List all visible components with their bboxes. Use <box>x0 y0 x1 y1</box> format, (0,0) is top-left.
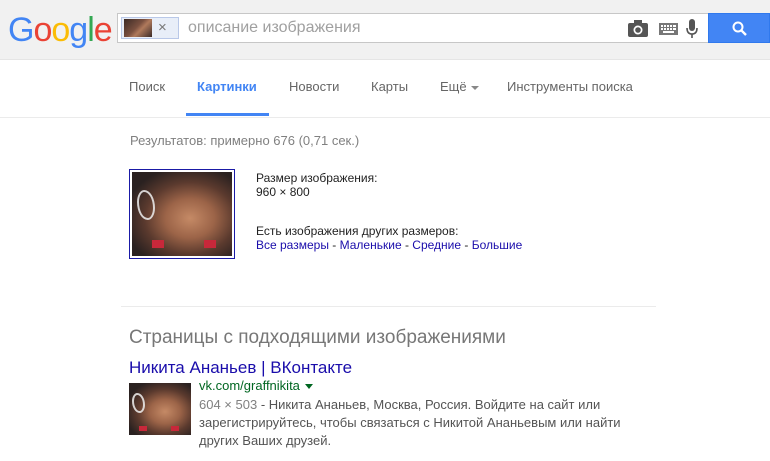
other-sizes-label: Есть изображения других размеров: <box>256 224 459 238</box>
tab-maps[interactable]: Карты <box>371 79 408 95</box>
tab-more[interactable]: Ещё <box>440 79 479 95</box>
result-thumbnail[interactable] <box>129 383 191 435</box>
chevron-down-icon <box>470 85 479 90</box>
large-sizes-link[interactable]: Большие <box>472 238 523 252</box>
logo-letter: G <box>8 11 34 49</box>
query-image-chip[interactable]: × <box>121 17 179 39</box>
image-detail <box>204 240 216 248</box>
small-sizes-link[interactable]: Маленькие <box>340 238 402 252</box>
divider <box>121 306 656 307</box>
logo-letter: e <box>93 11 113 49</box>
result-snippet: 604 × 503 - Никита Ананьев, Москва, Росс… <box>199 397 621 448</box>
image-detail <box>152 240 164 248</box>
image-size-value: 960 × 800 <box>256 185 310 199</box>
image-logo-mark <box>137 190 155 220</box>
result-dimensions: 604 × 503 <box>199 397 258 412</box>
tab-news[interactable]: Новости <box>289 79 339 95</box>
wrestler-image <box>129 383 191 435</box>
camera-icon[interactable] <box>628 20 648 37</box>
logo-letter: o <box>51 11 70 49</box>
query-image-thumbnail <box>124 19 152 37</box>
search-nav: Поиск Картинки Новости Карты Ещё Инструм… <box>0 60 770 118</box>
keyboard-icon[interactable] <box>659 23 678 35</box>
separator: - <box>328 238 340 252</box>
separator: - <box>401 238 413 252</box>
image-logo-mark <box>132 393 145 413</box>
search-button[interactable] <box>708 13 770 43</box>
tab-more-label: Ещё <box>440 79 467 94</box>
search-box[interactable]: × <box>117 13 708 43</box>
active-tab-indicator <box>186 113 269 116</box>
medium-sizes-link[interactable]: Средние <box>412 238 461 252</box>
tab-images[interactable]: Картинки <box>197 79 257 95</box>
result-title-link[interactable]: Никита Ананьев | ВКонтакте <box>129 358 352 378</box>
result-url: vk.com/graffnikita <box>199 378 313 393</box>
tab-web[interactable]: Поиск <box>129 79 165 95</box>
search-icon <box>732 21 747 36</box>
matching-pages-heading: Страницы с подходящими изображениями <box>129 327 506 348</box>
remove-image-icon[interactable]: × <box>158 19 167 37</box>
search-tools-button[interactable]: Инструменты поиска <box>507 79 633 95</box>
wrestler-image <box>132 172 232 256</box>
result-stats: Результатов: примерно 676 (0,71 сек.) <box>130 133 360 148</box>
result-url-text: vk.com/graffnikita <box>199 378 300 393</box>
microphone-icon[interactable] <box>686 19 698 39</box>
image-detail <box>139 426 147 431</box>
result-snippet-text: Никита Ананьев, Москва, Россия. Войдите … <box>199 397 621 448</box>
google-logo[interactable]: Google <box>8 10 113 50</box>
query-image-preview[interactable] <box>129 169 235 259</box>
logo-letter: g <box>69 11 88 49</box>
search-input[interactable] <box>188 16 618 40</box>
url-menu-caret-icon[interactable] <box>304 384 313 390</box>
separator: - <box>461 238 472 252</box>
size-links: Все размеры - Маленькие - Средние - Боль… <box>256 238 522 252</box>
all-sizes-link[interactable]: Все размеры <box>256 238 329 252</box>
header: Google × <box>0 0 770 60</box>
image-detail <box>171 426 179 431</box>
logo-letter: o <box>33 11 52 49</box>
image-size-label: Размер изображения: <box>256 171 378 185</box>
